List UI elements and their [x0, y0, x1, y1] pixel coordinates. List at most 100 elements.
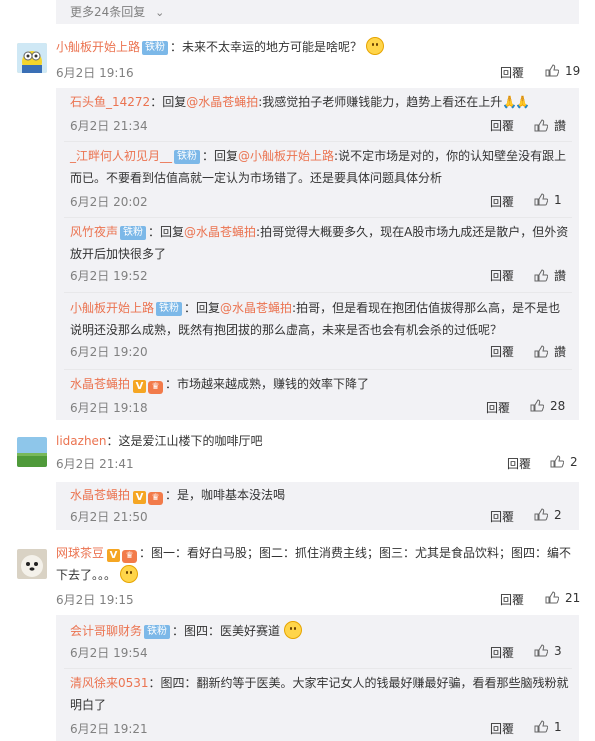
like-button[interactable]: 21	[545, 591, 580, 605]
thumbs-up-icon	[534, 345, 548, 358]
timestamp: 6月2日 21:50	[70, 510, 148, 524]
like-count: 讚	[554, 119, 567, 133]
divider	[64, 668, 572, 669]
username[interactable]: 小舢板开始上路	[56, 40, 140, 54]
comment-text: ：未来不太幸运的地方可能是啥呢？	[170, 40, 363, 54]
member-crown-icon: ♛	[148, 492, 164, 505]
fan-badge: 铁粉	[142, 41, 169, 55]
sub-reply: 小舢板开始上路 铁粉 ：回复@水晶苍蝇拍:拍哥，但是看现在抱团估值拔得那么高，是不是…	[70, 301, 567, 360]
avatar[interactable]	[17, 43, 47, 73]
timestamp: 6月2日 19:21	[70, 722, 148, 736]
username[interactable]: 会计哥聊财务	[70, 624, 142, 638]
divider	[64, 217, 572, 218]
fan-badge: 铁粉	[156, 302, 183, 316]
reply-button[interactable]: 回覆	[486, 399, 510, 416]
thumbs-up-icon	[550, 455, 564, 468]
reply-button[interactable]: 回覆	[490, 508, 514, 525]
member-crown-icon: ♛	[122, 550, 138, 563]
like-button[interactable]: 2	[534, 508, 562, 522]
more-replies-label: 更多24条回复	[70, 5, 146, 19]
comment-text: ：市场越来越成熟，赚钱的效率下降了	[165, 377, 370, 391]
timestamp: 6月2日 19:52	[70, 269, 148, 283]
divider	[64, 141, 572, 142]
fan-badge: 铁粉	[174, 150, 201, 164]
like-button[interactable]: 讚	[534, 117, 566, 134]
thumbs-up-icon	[534, 644, 548, 657]
avatar[interactable]	[17, 549, 47, 579]
like-button[interactable]: 3	[534, 644, 562, 658]
smile-emoji-icon	[119, 565, 138, 583]
verified-icon: V	[107, 549, 121, 562]
username[interactable]: 水晶苍蝇拍	[70, 488, 130, 502]
praying-hands-icon: 🙏🙏	[502, 95, 530, 109]
like-button[interactable]: 讚	[534, 267, 566, 284]
chevron-down-icon: ⌄	[155, 6, 165, 19]
divider	[64, 292, 572, 293]
like-count: 28	[550, 399, 566, 413]
username[interactable]: 水晶苍蝇拍	[70, 377, 130, 391]
like-count: 3	[554, 644, 562, 658]
reply-button[interactable]: 回覆	[490, 267, 514, 284]
username[interactable]: 网球茶豆	[56, 546, 104, 560]
reply-button[interactable]: 回覆	[490, 644, 514, 661]
like-count: 1	[554, 720, 562, 734]
mention-link[interactable]: @水晶苍蝇拍	[220, 301, 292, 315]
timestamp: 6月2日 19:18	[70, 401, 148, 415]
like-count: 19	[565, 64, 581, 78]
sub-reply: 水晶苍蝇拍 V ♛ ：是，咖啡基本没法喝 6月2日 21:50 回覆 2	[0, 484, 595, 530]
reply-button[interactable]: 回覆	[490, 193, 514, 210]
thumbs-up-icon	[534, 193, 548, 206]
like-button[interactable]: 19	[545, 64, 580, 78]
comment-text: ：图四：医美好赛道	[172, 624, 281, 638]
thumbs-up-icon	[534, 269, 548, 282]
like-button[interactable]: 1	[534, 720, 562, 734]
thumbs-up-icon	[534, 119, 548, 132]
like-count: 2	[570, 455, 578, 469]
verified-icon: V	[133, 491, 147, 504]
comment-text: ：这是爱江山楼下的咖啡厅吧	[106, 434, 263, 448]
username[interactable]: lidazhen	[56, 434, 107, 448]
sub-reply: 风竹夜声 铁粉 ：回复@水晶苍蝇拍:拍哥觉得大概要多久，现在A股市场九成还是散户，但…	[70, 225, 569, 284]
reply-button[interactable]: 回覆	[500, 591, 524, 608]
username[interactable]: 小舢板开始上路	[70, 301, 154, 315]
comment: 小舢板开始上路 铁粉 ：未来不太幸运的地方可能是啥呢？ 6月2日 19:16 回覆 …	[0, 36, 595, 88]
like-count: 1	[554, 193, 562, 207]
like-count: 2	[554, 508, 562, 522]
username[interactable]: _江畔何人初见月__	[70, 149, 172, 163]
reply-button[interactable]: 回覆	[500, 64, 524, 81]
like-button[interactable]: 讚	[534, 343, 566, 360]
sub-reply: 石头鱼_14272：回复@水晶苍蝇拍:我感觉拍子老师赚钱能力，趋势上看还在上升🙏…	[0, 91, 595, 143]
reply-button[interactable]: 回覆	[490, 343, 514, 360]
like-count: 21	[565, 591, 581, 605]
thumbs-up-icon	[534, 508, 548, 521]
timestamp: 6月2日 19:15	[56, 593, 134, 607]
reply-button[interactable]: 回覆	[490, 117, 514, 134]
more-replies-link[interactable]: 更多24条回复 ⌄	[70, 3, 164, 20]
like-button[interactable]: 28	[530, 399, 565, 413]
like-button[interactable]: 2	[550, 455, 578, 469]
divider	[64, 369, 572, 370]
mention-link[interactable]: @水晶苍蝇拍	[184, 225, 256, 239]
username[interactable]: 清风徐来0531	[70, 676, 149, 690]
timestamp: 6月2日 21:41	[56, 457, 134, 471]
like-button[interactable]: 1	[534, 193, 562, 207]
comment-text: ：是，咖啡基本没法喝	[165, 488, 286, 502]
reply-button[interactable]: 回覆	[507, 455, 531, 472]
username[interactable]: 风竹夜声	[70, 225, 118, 239]
avatar[interactable]	[17, 437, 47, 467]
sub-reply: 清风徐来0531：图四：翻新约等于医美。大家牢记女人的钱最好赚最好骗，看看那些脑…	[0, 672, 595, 741]
sub-reply: _江畔何人初见月__ 铁粉 ：回复@小舢板开始上路:说不定市场是对的，你的认知壁垒没…	[70, 149, 567, 210]
comment-text: :我感觉拍子老师赚钱能力，趋势上看还在上升	[258, 95, 503, 109]
timestamp: 6月2日 19:54	[70, 646, 148, 660]
fan-badge: 铁粉	[120, 226, 147, 240]
mention-link[interactable]: @小舢板开始上路	[238, 149, 334, 163]
like-count: 讚	[554, 345, 567, 359]
sub-reply: 水晶苍蝇拍 V ♛ ：市场越来越成熟，赚钱的效率下降了 6月2日 19:18 回覆 2…	[0, 373, 595, 419]
like-count: 讚	[554, 269, 567, 283]
fan-badge: 铁粉	[144, 625, 171, 639]
timestamp: 6月2日 19:20	[70, 345, 148, 359]
reply-button[interactable]: 回覆	[490, 720, 514, 737]
timestamp: 6月2日 20:02	[70, 195, 148, 209]
mention-link[interactable]: @水晶苍蝇拍	[186, 95, 258, 109]
username[interactable]: 石头鱼_14272	[70, 95, 150, 109]
